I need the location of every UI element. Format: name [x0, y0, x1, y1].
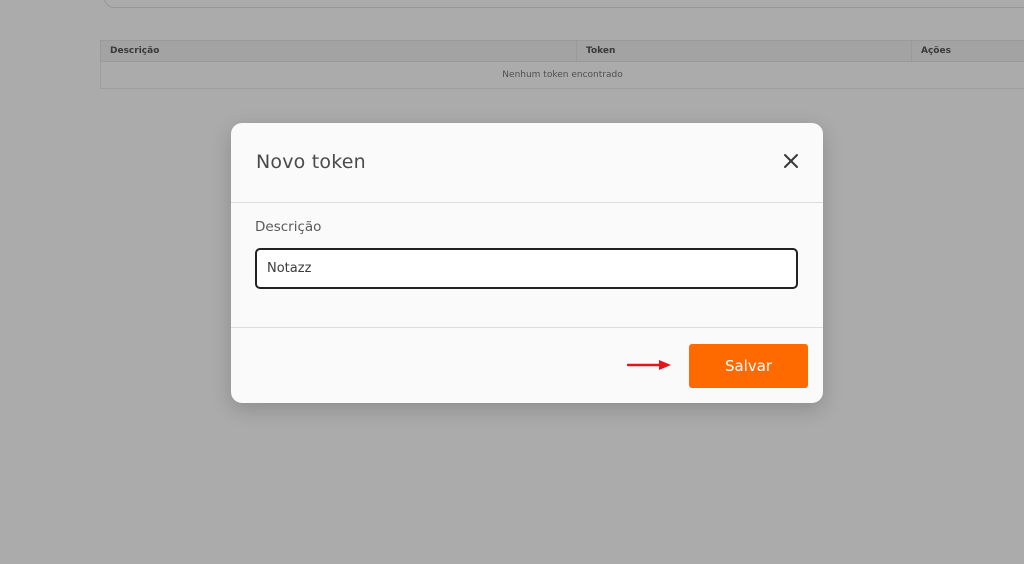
description-input[interactable] [255, 248, 798, 289]
close-icon [777, 147, 805, 175]
save-button[interactable]: Salvar [689, 344, 808, 388]
new-token-modal: Novo token Descrição Salvar [231, 123, 823, 403]
close-button[interactable] [777, 147, 805, 175]
arrow-right-icon [626, 356, 673, 375]
description-label: Descrição [255, 219, 322, 235]
modal-title: Novo token [256, 151, 366, 173]
modal-footer: Salvar [231, 328, 823, 403]
modal-header: Novo token [231, 123, 823, 203]
modal-body: Descrição [231, 203, 823, 328]
